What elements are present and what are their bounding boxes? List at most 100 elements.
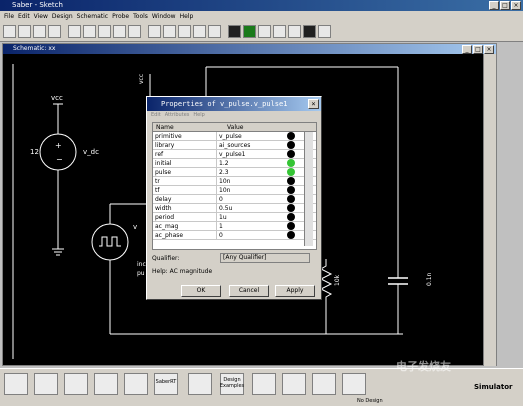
property-value[interactable]: 0 [217,231,287,239]
stop-icon[interactable] [303,25,316,38]
simulate-icon[interactable] [243,25,256,38]
cut-icon[interactable] [68,25,81,38]
menu-window[interactable]: Window [152,11,176,22]
property-row[interactable]: tr 10n [153,177,316,186]
vertical-scrollbar[interactable] [483,54,496,366]
schematic-maximize-button[interactable]: □ [473,45,483,54]
dialog-menu-help[interactable]: Help [193,112,204,118]
status-dot-icon [287,213,295,221]
face-icon[interactable] [124,373,148,395]
dialog-menu-edit[interactable]: Edit [151,112,161,118]
pulse-source-symbol[interactable] [91,223,129,261]
resistor-symbol[interactable] [319,259,333,304]
property-row[interactable]: ac_mag 1 [153,222,316,231]
property-row[interactable]: ref v_pulse1 [153,150,316,159]
property-value[interactable]: 0 [217,195,287,203]
property-value[interactable]: ai_sources [217,141,287,149]
property-row[interactable]: initial 1.2 [153,159,316,168]
properties-scrollbar[interactable] [304,132,313,246]
simulator-label: Simulator [474,383,513,391]
matlab-icon[interactable] [312,373,336,395]
apply-button[interactable]: Apply [275,285,315,297]
maximize-button[interactable]: □ [500,1,510,10]
dialog-menu-attributes[interactable]: Attributes [165,112,190,118]
menu-probe[interactable]: Probe [112,11,129,22]
property-value[interactable]: v_pulse [217,132,287,140]
properties-dialog-title: Properties of v_pulse.v_pulse1 [161,100,288,108]
status-dot-icon [287,186,295,194]
zoom-area-icon[interactable] [193,25,206,38]
property-rows: primitive v_pulse library ai_sources ref v_pu… [153,132,316,240]
netlist-icon[interactable] [228,25,241,38]
property-name: initial [153,159,217,167]
svg-text:−: − [56,155,63,164]
new-file-icon[interactable] [3,25,16,38]
keyboard-icon[interactable] [4,373,28,395]
menu-schematic[interactable]: Schematic [77,11,108,22]
calculator-icon[interactable] [282,373,306,395]
property-value[interactable]: 1 [217,222,287,230]
waveform-icon[interactable] [188,373,212,395]
menu-file[interactable]: File [4,11,14,22]
property-value[interactable]: 1.2 [217,159,287,167]
property-name: delay [153,195,217,203]
property-row[interactable]: ac_phase 0 [153,231,316,240]
menu-view[interactable]: View [34,11,48,22]
bus-icon[interactable] [273,25,286,38]
property-row[interactable]: primitive v_pulse [153,132,316,141]
ok-button[interactable]: OK [181,285,221,297]
dialog-close-button[interactable]: × [308,99,319,109]
schematic-minimize-button[interactable]: _ [462,45,472,54]
wire-icon[interactable] [258,25,271,38]
qualifier-select[interactable]: [Any Qualifier] [220,253,310,263]
value-column-header: Value [227,124,244,131]
minimize-button[interactable]: _ [489,1,499,10]
menu-help[interactable]: Help [180,11,194,22]
pm-icon[interactable] [94,373,118,395]
zoom-out-icon[interactable] [163,25,176,38]
property-row[interactable]: delay 0 [153,195,316,204]
property-value[interactable]: 0.5u [217,204,287,212]
property-value[interactable]: v_pulse1 [217,150,287,158]
components-icon[interactable] [64,373,88,395]
probe-icon[interactable] [288,25,301,38]
properties-dialog: Properties of v_pulse.v_pulse1 × Edit At… [146,96,322,300]
property-row[interactable]: tf 10n [153,186,316,195]
document-icon[interactable] [252,373,276,395]
v-dc-label: v_dc [83,148,99,156]
property-row[interactable]: period 1u [153,213,316,222]
close-button[interactable]: × [511,1,521,10]
save-icon[interactable] [33,25,46,38]
grid-icon[interactable] [208,25,221,38]
property-name: tr [153,177,217,185]
watermark: 电子发烧友 [396,360,451,373]
status-dot-icon [287,150,295,158]
schematic-close-button[interactable]: × [484,45,494,54]
dc-source-symbol[interactable] [39,133,77,171]
pencil-icon[interactable] [34,373,58,395]
property-row[interactable]: library ai_sources [153,141,316,150]
property-value[interactable]: 10n [217,177,287,185]
menu-edit[interactable]: Edit [18,11,30,22]
property-value[interactable]: 10n [217,186,287,194]
property-row[interactable]: pulse 2.3 [153,168,316,177]
property-row[interactable]: width 0.5u [153,204,316,213]
copy-icon[interactable] [83,25,96,38]
status-dot-icon [287,195,295,203]
paste-icon[interactable] [98,25,111,38]
menu-tools[interactable]: Tools [133,11,148,22]
cancel-button[interactable]: Cancel [229,285,269,297]
component-icon[interactable] [318,25,331,38]
zoom-fit-icon[interactable] [178,25,191,38]
print-icon[interactable] [48,25,61,38]
simulate-icon[interactable] [342,373,366,395]
zoom-in-icon[interactable] [148,25,161,38]
status-text: No Design [357,398,383,404]
property-value[interactable]: 1u [217,213,287,221]
menu-design[interactable]: Design [52,11,73,22]
undo-icon[interactable] [113,25,126,38]
redo-icon[interactable] [128,25,141,38]
pu-label: pu [137,270,145,277]
property-value[interactable]: 2.3 [217,168,287,176]
open-folder-icon[interactable] [18,25,31,38]
